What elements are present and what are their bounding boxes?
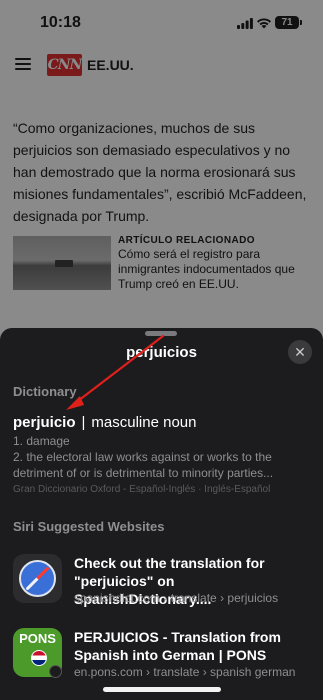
suggested-website-spanishdict[interactable]: Check out the translation for "perjuicio… bbox=[0, 554, 323, 614]
dictionary-headword: perjuicio bbox=[13, 414, 76, 431]
close-icon: ✕ bbox=[294, 344, 306, 360]
battery-tip bbox=[300, 20, 302, 25]
cellular-signal-icon bbox=[237, 18, 253, 29]
suggested-website-url: spanishdict.com › translate › perjuicios bbox=[74, 591, 279, 605]
home-indicator[interactable] bbox=[103, 687, 221, 692]
dictionary-entry[interactable]: perjuicio | masculine noun bbox=[13, 414, 197, 431]
related-article-thumbnail bbox=[13, 236, 111, 290]
related-article-title: Cómo será el registro para inmigrantes i… bbox=[118, 247, 295, 291]
flag-icon bbox=[31, 650, 47, 666]
definition-2: 2. the electoral law works against or wo… bbox=[13, 450, 274, 480]
pons-icon: PONS bbox=[13, 628, 62, 678]
siri-websites-section-label: Siri Suggested Websites bbox=[13, 519, 165, 534]
related-article[interactable]: ARTÍCULO RELACIONADO Cómo será el regist… bbox=[13, 234, 313, 291]
definition-1: 1. damage bbox=[13, 434, 70, 448]
related-article-label: ARTÍCULO RELACIONADO bbox=[118, 235, 255, 246]
pons-icon-text: PONS bbox=[19, 631, 56, 646]
menu-icon[interactable] bbox=[15, 58, 31, 70]
wifi-icon bbox=[257, 18, 271, 29]
close-button[interactable]: ✕ bbox=[288, 340, 312, 364]
suggested-website-url: en.pons.com › translate › spanish german bbox=[74, 665, 296, 679]
article-quote: “Como organizaciones, muchos de sus perj… bbox=[13, 120, 307, 224]
safari-badge-icon bbox=[49, 665, 62, 678]
dictionary-definitions: 1. damage 2. the electoral law works aga… bbox=[13, 433, 313, 481]
battery-icon: 71 bbox=[275, 16, 299, 29]
lookup-sheet: perjuicios ✕ Dictionary perjuicio | mascul… bbox=[0, 328, 323, 700]
sheet-grabber[interactable] bbox=[145, 331, 177, 336]
dictionary-separator: | bbox=[81, 414, 86, 431]
dictionary-source: Gran Diccionario Oxford - Español-Inglés… bbox=[13, 484, 271, 495]
dictionary-section-label: Dictionary bbox=[13, 384, 77, 399]
suggested-website-pons[interactable]: PONS PERJUICIOS - Translation from Spani… bbox=[0, 628, 323, 688]
lookup-title: perjuicios bbox=[126, 344, 197, 361]
status-bar: 10:18 71 bbox=[0, 0, 323, 44]
safari-icon bbox=[13, 554, 62, 603]
suggested-website-title: PERJUICIOS - Translation from Spanish in… bbox=[74, 629, 281, 663]
dictionary-part-of-speech: masculine noun bbox=[91, 414, 197, 431]
edition-label[interactable]: EE.UU. bbox=[87, 57, 134, 73]
status-time: 10:18 bbox=[40, 14, 81, 31]
article-navbar: CNN EE.UU. bbox=[0, 44, 323, 88]
cnn-logo[interactable]: CNN bbox=[47, 54, 82, 76]
